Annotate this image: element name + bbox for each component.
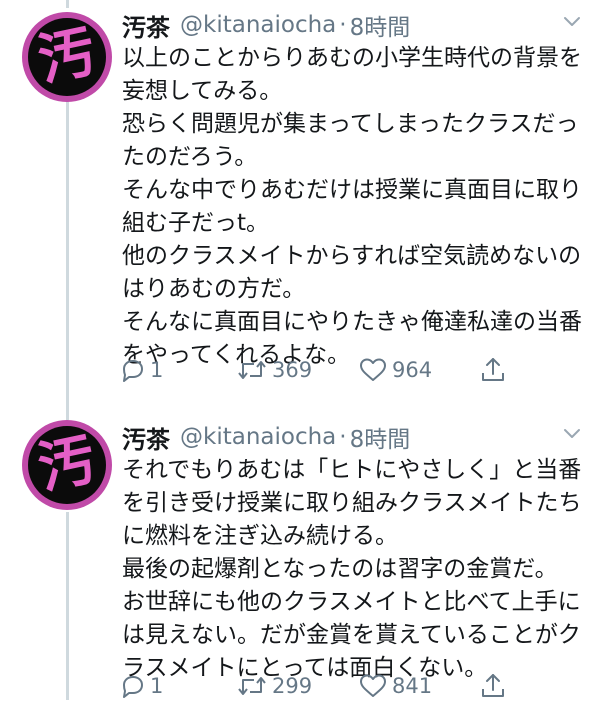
reply-button[interactable]: 1 xyxy=(118,352,163,388)
like-count: 841 xyxy=(392,674,433,698)
avatar-image: 汚 xyxy=(28,426,106,504)
avatar[interactable]: 汚 xyxy=(22,420,112,510)
chevron-down-icon xyxy=(564,429,580,438)
retweet-count: 369 xyxy=(272,358,313,382)
share-button[interactable] xyxy=(480,352,506,388)
tweet-text-line: お世辞にも他のクラスメイトと比べて上手に xyxy=(122,589,581,615)
share-button[interactable] xyxy=(480,668,506,704)
tweet[interactable]: 汚 汚茶 @kitanaiocha · 8時間 以上のことからりあむの小学生時代… xyxy=(0,6,600,396)
retweet-icon xyxy=(238,677,266,695)
tweet-text: 以上のことからりあむの小学生時代の背景を 妄想してみる。 恐らく問題児が集まって… xyxy=(122,42,592,372)
tweet-text-line: 最後の起爆剤となったのは習字の金賞だ。 xyxy=(122,556,558,582)
timestamp[interactable]: 8時間 xyxy=(350,420,411,454)
display-name[interactable]: 汚茶 xyxy=(122,420,170,455)
share-icon xyxy=(482,674,504,697)
tweet-text-line: そんなに真面目にやりたきゃ俺達私達の当番 xyxy=(122,309,582,335)
tweet[interactable]: 汚 汚茶 @kitanaiocha · 8時間 それでもりあむは「ヒトにやさしく… xyxy=(0,418,600,700)
reply-count: 1 xyxy=(150,358,164,382)
tweet-text-line: 恐らく問題児が集まってしまったクラスだっ xyxy=(122,111,579,137)
display-name[interactable]: 汚茶 xyxy=(122,8,170,43)
user-handle[interactable]: @kitanaiocha xyxy=(180,12,336,38)
tweet-text-line: は見えない。だが金賞を貰えていることがク xyxy=(122,622,581,648)
heart-icon xyxy=(360,358,386,381)
chevron-down-icon xyxy=(564,17,580,26)
tweet-text-line: に燃料を注ぎ込み続ける。 xyxy=(122,523,398,549)
tweet-actions: 1 299 841 xyxy=(118,668,518,704)
reply-icon xyxy=(123,676,143,698)
reply-count: 1 xyxy=(150,674,164,698)
avatar-image: 汚 xyxy=(28,18,106,96)
tweet-header: 汚茶 @kitanaiocha · 8時間 xyxy=(122,8,580,42)
tweet-text-line: はりあむの方だ。 xyxy=(122,276,306,302)
avatar-glyph: 汚 xyxy=(32,426,102,503)
retweet-button[interactable]: 299 xyxy=(236,668,312,704)
tweet-header: 汚茶 @kitanaiocha · 8時間 xyxy=(122,420,580,454)
reply-button[interactable]: 1 xyxy=(118,668,163,704)
share-icon xyxy=(482,358,504,381)
tweet-text-line: そんな中でりあむだけは授業に真面目に取り xyxy=(122,177,582,203)
tweet-text-line: たのだろう。 xyxy=(122,144,258,170)
tweet-text-line: 以上のことからりあむの小学生時代の背景を xyxy=(122,45,582,71)
timestamp[interactable]: 8時間 xyxy=(350,8,411,42)
retweet-button[interactable]: 369 xyxy=(236,352,312,388)
reply-icon xyxy=(123,360,143,382)
user-handle[interactable]: @kitanaiocha xyxy=(180,424,336,450)
tweet-text: それでもりあむは「ヒトにやさしく」と当番 を引き受け授業に取り組みクラスメイトた… xyxy=(122,454,592,685)
more-options-button[interactable] xyxy=(558,420,586,448)
avatar-glyph: 汚 xyxy=(32,18,102,95)
tweet-text-line: 他のクラスメイトからすれば空気読めないの xyxy=(122,243,582,269)
like-button[interactable]: 964 xyxy=(358,352,432,388)
tweet-text-line: を引き受け授業に取り組みクラスメイトたち xyxy=(122,490,582,516)
separator-dot: · xyxy=(339,12,347,38)
tweet-text-line: それでもりあむは「ヒトにやさしく」と当番 xyxy=(122,457,582,483)
more-options-button[interactable] xyxy=(558,8,586,36)
like-count: 964 xyxy=(392,358,433,382)
avatar[interactable]: 汚 xyxy=(22,12,112,102)
tweet-text-line: 組む子だっt。 xyxy=(122,210,270,236)
separator-dot: · xyxy=(339,424,347,450)
heart-icon xyxy=(360,674,386,697)
tweet-text-line: 妄想してみる。 xyxy=(122,78,283,104)
like-button[interactable]: 841 xyxy=(358,668,432,704)
retweet-count: 299 xyxy=(272,674,313,698)
retweet-icon xyxy=(238,361,266,379)
tweet-actions: 1 369 964 xyxy=(118,352,518,388)
